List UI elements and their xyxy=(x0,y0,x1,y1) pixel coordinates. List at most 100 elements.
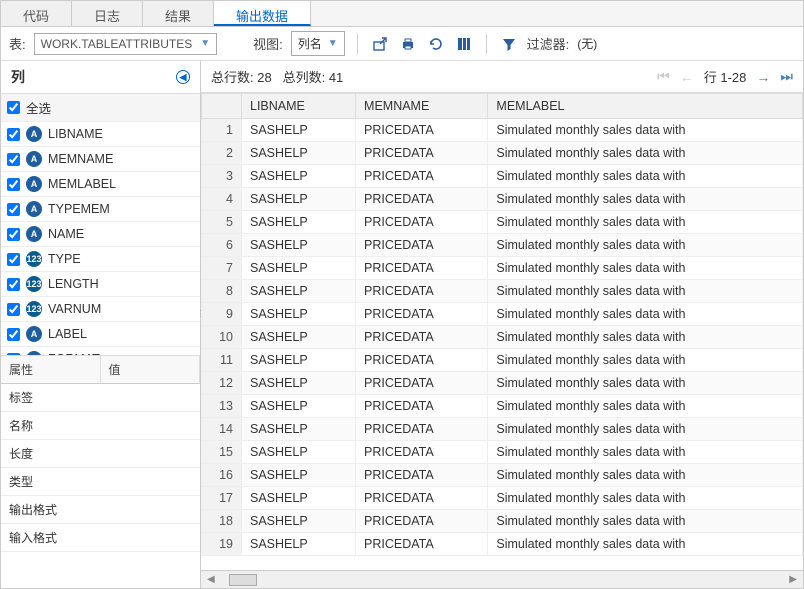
table-row[interactable]: 6SASHELPPRICEDATASimulated monthly sales… xyxy=(202,234,803,257)
cell[interactable]: Simulated monthly sales data with xyxy=(488,418,803,441)
cell[interactable]: PRICEDATA xyxy=(356,280,488,303)
column-item[interactable]: AMEMLABEL xyxy=(1,172,200,197)
table-row[interactable]: 9SASHELPPRICEDATASimulated monthly sales… xyxy=(202,303,803,326)
cell[interactable]: Simulated monthly sales data with xyxy=(488,510,803,533)
cell[interactable]: PRICEDATA xyxy=(356,395,488,418)
cell[interactable]: PRICEDATA xyxy=(356,303,488,326)
cell[interactable]: SASHELP xyxy=(242,372,356,395)
tab-3[interactable]: 输出数据 xyxy=(214,1,311,26)
cell[interactable]: PRICEDATA xyxy=(356,510,488,533)
tab-2[interactable]: 结果 xyxy=(143,1,214,26)
column-checkbox[interactable] xyxy=(7,178,20,191)
prev-page-icon[interactable]: ← xyxy=(680,69,694,85)
cell[interactable]: SASHELP xyxy=(242,188,356,211)
column-item[interactable]: AFORMAT xyxy=(1,347,200,355)
export-icon[interactable] xyxy=(370,34,390,54)
property-row[interactable]: 输出格式 xyxy=(1,496,200,524)
column-item[interactable]: ANAME xyxy=(1,222,200,247)
table-row[interactable]: 10SASHELPPRICEDATASimulated monthly sale… xyxy=(202,326,803,349)
table-row[interactable]: 15SASHELPPRICEDATASimulated monthly sale… xyxy=(202,441,803,464)
cell[interactable]: PRICEDATA xyxy=(356,418,488,441)
table-row[interactable]: 18SASHELPPRICEDATASimulated monthly sale… xyxy=(202,510,803,533)
column-item[interactable]: ALABEL xyxy=(1,322,200,347)
column-header[interactable]: MEMNAME xyxy=(356,94,488,119)
cell[interactable]: SASHELP xyxy=(242,533,356,556)
cell[interactable]: Simulated monthly sales data with xyxy=(488,349,803,372)
column-item[interactable]: AMEMNAME xyxy=(1,147,200,172)
cell[interactable]: Simulated monthly sales data with xyxy=(488,372,803,395)
table-row[interactable]: 13SASHELPPRICEDATASimulated monthly sale… xyxy=(202,395,803,418)
cell[interactable]: Simulated monthly sales data with xyxy=(488,441,803,464)
property-row[interactable]: 标签 xyxy=(1,384,200,412)
cell[interactable]: Simulated monthly sales data with xyxy=(488,211,803,234)
cell[interactable]: Simulated monthly sales data with xyxy=(488,464,803,487)
table-row[interactable]: 14SASHELPPRICEDATASimulated monthly sale… xyxy=(202,418,803,441)
cell[interactable]: Simulated monthly sales data with xyxy=(488,303,803,326)
cell[interactable]: SASHELP xyxy=(242,303,356,326)
column-checkbox[interactable] xyxy=(7,153,20,166)
collapse-icon[interactable]: ◀ xyxy=(176,70,190,84)
column-item[interactable]: ALIBNAME xyxy=(1,122,200,147)
view-selector[interactable]: 列名 ▼ xyxy=(291,31,345,56)
column-item[interactable]: 123TYPE xyxy=(1,247,200,272)
column-checkbox[interactable] xyxy=(7,253,20,266)
cell[interactable]: Simulated monthly sales data with xyxy=(488,119,803,142)
table-row[interactable]: 19SASHELPPRICEDATASimulated monthly sale… xyxy=(202,533,803,556)
cell[interactable]: Simulated monthly sales data with xyxy=(488,142,803,165)
horizontal-scrollbar[interactable]: ◀ ▶ xyxy=(201,570,803,588)
column-checkbox[interactable] xyxy=(7,203,20,216)
cell[interactable]: SASHELP xyxy=(242,441,356,464)
cell[interactable]: PRICEDATA xyxy=(356,487,488,510)
cell[interactable]: SASHELP xyxy=(242,487,356,510)
column-checkbox[interactable] xyxy=(7,128,20,141)
table-selector[interactable]: WORK.TABLEATTRIBUTES ▼ xyxy=(34,33,217,55)
cell[interactable]: SASHELP xyxy=(242,119,356,142)
cell[interactable]: PRICEDATA xyxy=(356,234,488,257)
column-checkbox[interactable] xyxy=(7,278,20,291)
table-row[interactable]: 7SASHELPPRICEDATASimulated monthly sales… xyxy=(202,257,803,280)
cell[interactable]: PRICEDATA xyxy=(356,441,488,464)
cell[interactable]: PRICEDATA xyxy=(356,464,488,487)
table-row[interactable]: 4SASHELPPRICEDATASimulated monthly sales… xyxy=(202,188,803,211)
property-row[interactable]: 名称 xyxy=(1,412,200,440)
cell[interactable]: SASHELP xyxy=(242,142,356,165)
column-checkbox[interactable] xyxy=(7,228,20,241)
column-checkbox[interactable] xyxy=(7,328,20,341)
cell[interactable]: PRICEDATA xyxy=(356,533,488,556)
table-row[interactable]: 2SASHELPPRICEDATASimulated monthly sales… xyxy=(202,142,803,165)
filter-icon[interactable] xyxy=(499,34,519,54)
rownum-header[interactable] xyxy=(202,94,242,119)
column-checkbox[interactable] xyxy=(7,353,20,356)
select-all-checkbox[interactable] xyxy=(7,101,20,114)
cell[interactable]: PRICEDATA xyxy=(356,188,488,211)
cell[interactable]: PRICEDATA xyxy=(356,119,488,142)
cell[interactable]: SASHELP xyxy=(242,395,356,418)
table-row[interactable]: 3SASHELPPRICEDATASimulated monthly sales… xyxy=(202,165,803,188)
cell[interactable]: SASHELP xyxy=(242,280,356,303)
cell[interactable]: Simulated monthly sales data with xyxy=(488,487,803,510)
property-row[interactable]: 类型 xyxy=(1,468,200,496)
column-header[interactable]: LIBNAME xyxy=(242,94,356,119)
tab-0[interactable]: 代码 xyxy=(1,1,72,26)
cell[interactable]: SASHELP xyxy=(242,257,356,280)
cell[interactable]: PRICEDATA xyxy=(356,165,488,188)
cell[interactable]: PRICEDATA xyxy=(356,372,488,395)
cell[interactable]: SASHELP xyxy=(242,464,356,487)
cell[interactable]: Simulated monthly sales data with xyxy=(488,326,803,349)
table-row[interactable]: 11SASHELPPRICEDATASimulated monthly sale… xyxy=(202,349,803,372)
columns-icon[interactable] xyxy=(454,34,474,54)
table-row[interactable]: 1SASHELPPRICEDATASimulated monthly sales… xyxy=(202,119,803,142)
select-all-row[interactable]: 全选 xyxy=(1,94,200,122)
last-page-icon[interactable]: ⏭ xyxy=(780,68,793,85)
next-page-icon[interactable]: → xyxy=(756,69,770,85)
cell[interactable]: SASHELP xyxy=(242,165,356,188)
cell[interactable]: SASHELP xyxy=(242,326,356,349)
column-item[interactable]: 123LENGTH xyxy=(1,272,200,297)
table-row[interactable]: 17SASHELPPRICEDATASimulated monthly sale… xyxy=(202,487,803,510)
property-row[interactable]: 长度 xyxy=(1,440,200,468)
cell[interactable]: Simulated monthly sales data with xyxy=(488,165,803,188)
column-list[interactable]: 全选ALIBNAMEAMEMNAMEAMEMLABELATYPEMEMANAME… xyxy=(1,94,200,355)
cell[interactable]: Simulated monthly sales data with xyxy=(488,533,803,556)
table-row[interactable]: 8SASHELPPRICEDATASimulated monthly sales… xyxy=(202,280,803,303)
column-item[interactable]: 123VARNUM xyxy=(1,297,200,322)
